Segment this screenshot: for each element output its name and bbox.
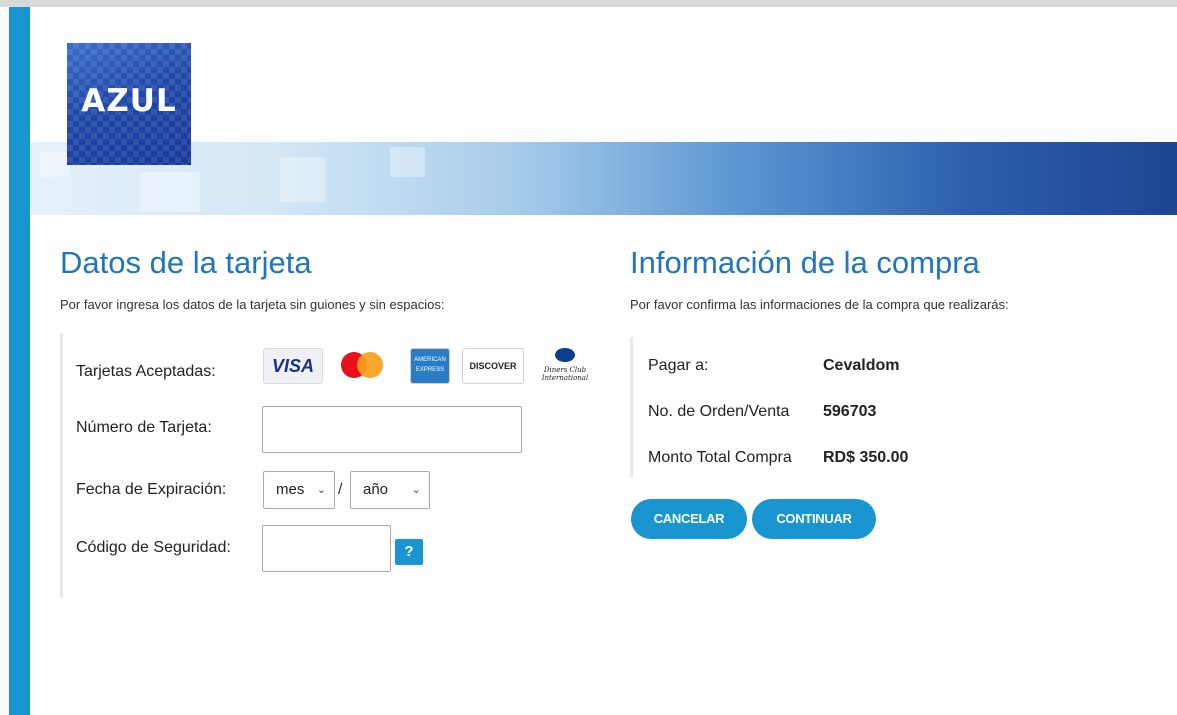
logo-text: AZUL — [81, 83, 177, 119]
banner-square — [280, 157, 325, 202]
order-label: No. de Orden/Venta — [648, 403, 790, 420]
visa-icon: VISA — [263, 348, 323, 384]
purchase-section-instructions: Por favor confirma las informaciones de … — [630, 297, 1009, 312]
chevron-down-icon: ⌄ — [316, 484, 326, 496]
accepted-cards-label: Tarjetas Aceptadas: — [76, 363, 216, 380]
banner-square — [40, 152, 70, 177]
chevron-down-icon: ⌄ — [411, 484, 421, 496]
expiry-label: Fecha de Expiración: — [76, 481, 227, 498]
expiry-year-value: año — [363, 481, 389, 498]
total-value: RD$ 350.00 — [823, 449, 909, 466]
cvv-input[interactable] — [262, 525, 391, 572]
discover-icon: DISCOVER — [462, 348, 524, 384]
continue-button[interactable]: CONTINUAR — [752, 499, 876, 539]
pay-to-value: Cevaldom — [823, 357, 900, 374]
header-banner — [30, 142, 1177, 215]
payment-page: AZUL Datos de la tarjeta Por favor ingre… — [30, 7, 1177, 715]
expiry-year-select[interactable]: año ⌄ — [350, 471, 430, 509]
card-number-label: Número de Tarjeta: — [76, 419, 212, 436]
purchase-section-title: Información de la compra — [630, 245, 980, 280]
expiry-separator: / — [338, 481, 343, 498]
expiry-month-value: mes — [276, 481, 305, 498]
azul-logo: AZUL — [67, 43, 191, 165]
amex-icon: AMERICAN EXPRESS — [410, 348, 450, 384]
banner-square — [140, 172, 200, 212]
left-accent-bar — [9, 7, 30, 715]
cvv-help-button[interactable]: ? — [395, 539, 423, 565]
card-section-instructions: Por favor ingresa los datos de la tarjet… — [60, 297, 445, 312]
diners-club-icon: Diners Club International — [539, 348, 591, 382]
total-label: Monto Total Compra — [648, 449, 792, 466]
order-value: 596703 — [823, 403, 877, 420]
cancel-button[interactable]: CANCELAR — [631, 499, 747, 539]
mastercard-icon — [337, 348, 393, 382]
pay-to-label: Pagar a: — [648, 357, 709, 374]
diners-club-label: Diners Club International — [541, 366, 589, 382]
expiry-month-select[interactable]: mes ⌄ — [263, 471, 335, 509]
top-border — [0, 0, 1177, 7]
card-number-input[interactable] — [262, 406, 522, 453]
card-section-title: Datos de la tarjeta — [60, 245, 312, 280]
banner-square — [390, 147, 425, 177]
cvv-label: Código de Seguridad: — [76, 539, 231, 556]
